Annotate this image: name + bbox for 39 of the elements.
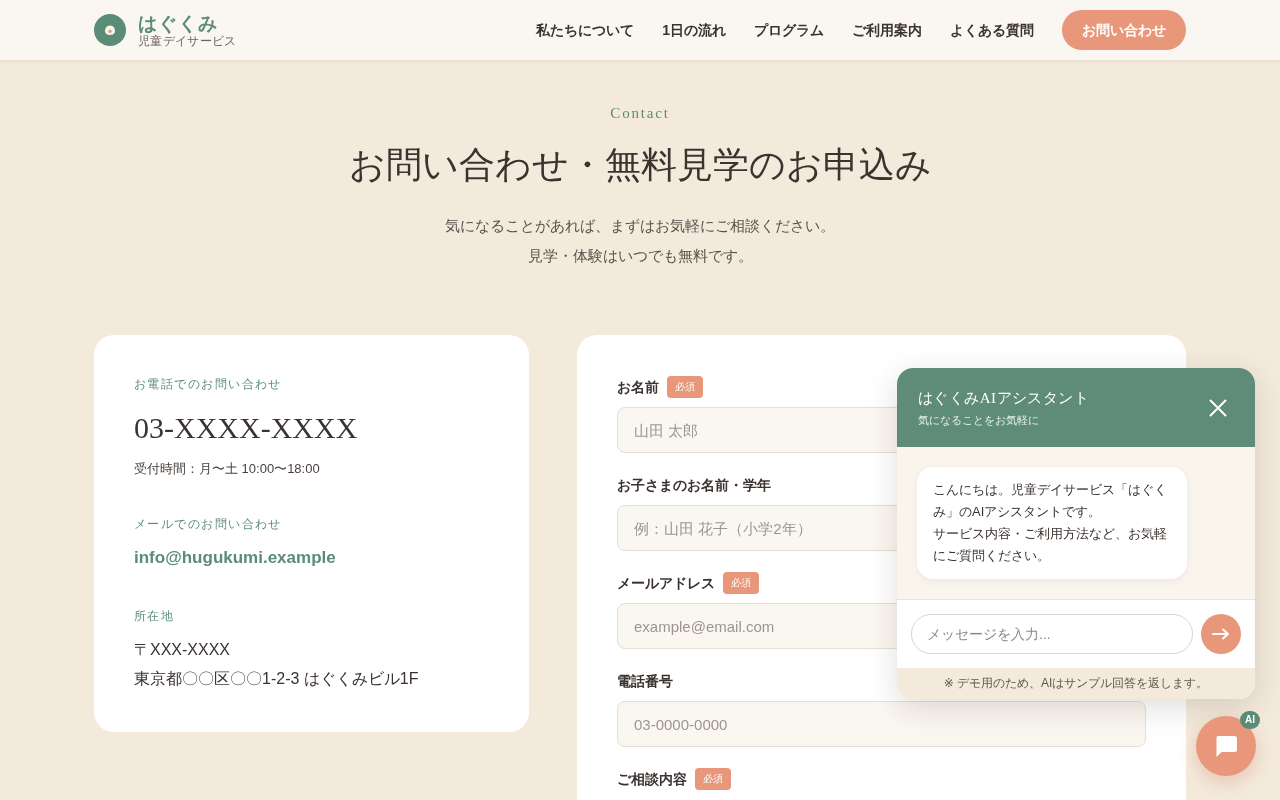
- info-heading: お電話でのお問い合わせ: [134, 376, 283, 393]
- arrow-right-icon: [1212, 628, 1230, 640]
- section-title: お問い合わせ・無料見学のお申込み: [347, 144, 933, 187]
- send-button[interactable]: [1201, 614, 1241, 654]
- field-label: ご相談内容: [617, 770, 687, 789]
- chat-subtitle: 気になることをお気軽に: [918, 412, 1040, 428]
- nav-link[interactable]: 1日の流れ: [662, 19, 726, 41]
- chat-icon: [1215, 735, 1237, 757]
- logo-icon: [94, 14, 126, 46]
- business-hours: 受付時間：月〜土 10:00〜18:00: [134, 460, 321, 478]
- field-label: メールアドレス: [617, 574, 715, 593]
- section-eyebrow: Contact: [609, 104, 671, 122]
- chat-launcher-button[interactable]: [1196, 716, 1256, 776]
- address-text: 〒XXX-XXXX 東京都〇〇区〇〇1-2-3 はぐくみビル1F: [134, 640, 420, 689]
- brand-tagline: 児童デイサービス: [138, 34, 237, 48]
- chat-title: はぐくみAIアシスタント: [918, 388, 1090, 408]
- phone-number: 03-XXXX-XXXX: [134, 410, 359, 446]
- nav-link[interactable]: よくある質問: [950, 19, 1034, 41]
- message-input[interactable]: メッセージを入力...: [911, 614, 1193, 654]
- brand-name: はぐくみ: [138, 12, 220, 34]
- close-button[interactable]: [1208, 397, 1228, 418]
- required-badge: 必須: [723, 572, 759, 594]
- info-heading: メールでのお問い合わせ: [134, 516, 283, 533]
- nav-link[interactable]: ご利用案内: [852, 19, 922, 41]
- email-link[interactable]: info@hugukumi.example: [134, 548, 336, 567]
- close-icon: [1209, 398, 1227, 417]
- lead-text: 気になることがあれば、まずはお気軽にご相談ください。: [444, 216, 836, 236]
- ai-badge: AI: [1240, 711, 1260, 729]
- field-label: 電話番号: [617, 672, 673, 691]
- lead-text: 見学・体験はいつでも無料です。: [526, 246, 754, 266]
- input-field[interactable]: 03-0000-0000: [617, 701, 1146, 747]
- chat-disclaimer: ※ デモ用のため、AIはサンプル回答を返します。: [897, 668, 1255, 699]
- info-heading: 所在地: [134, 608, 176, 625]
- nav-link[interactable]: 私たちについて: [536, 19, 635, 41]
- field-label: お子さまのお名前・学年: [617, 476, 771, 495]
- required-badge: 必須: [695, 768, 731, 790]
- field-label: お名前: [617, 378, 659, 397]
- required-badge: 必須: [667, 376, 703, 398]
- nav-link[interactable]: プログラム: [754, 19, 824, 41]
